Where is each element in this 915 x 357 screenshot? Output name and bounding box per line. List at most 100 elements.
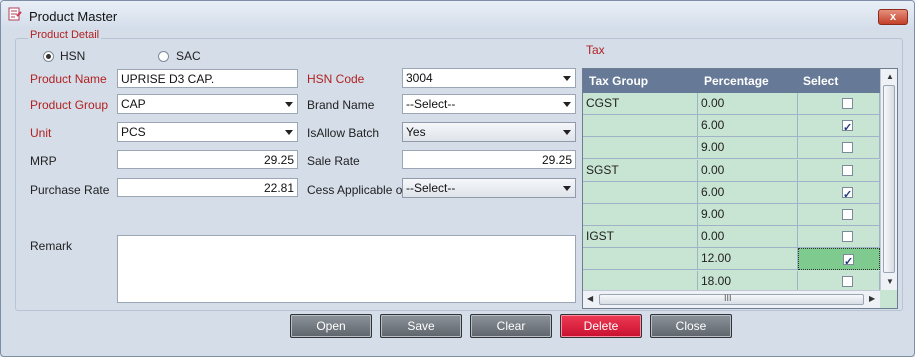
table-row[interactable]: 6.00: [583, 182, 880, 206]
table-row[interactable]: 12.00: [583, 248, 880, 273]
percentage-cell[interactable]: 0.00: [698, 93, 798, 115]
column-header-select[interactable]: Select: [803, 69, 838, 93]
select-checkbox[interactable]: [842, 98, 853, 109]
percentage-cell[interactable]: 6.00: [698, 182, 798, 204]
select-checkbox[interactable]: [842, 276, 853, 287]
table-row[interactable]: 9.00: [583, 137, 880, 159]
tax-group-cell[interactable]: [583, 182, 698, 204]
select-checkbox[interactable]: [842, 165, 853, 176]
vertical-scrollbar[interactable]: ▲ ▼: [880, 69, 897, 290]
scroll-left-icon[interactable]: ◀: [587, 294, 593, 303]
scroll-grip: III: [724, 293, 732, 303]
tax-group-cell[interactable]: [583, 248, 698, 270]
sale-rate-field[interactable]: 29.25: [402, 150, 576, 169]
horizontal-scroll-thumb[interactable]: III: [599, 293, 864, 305]
cess-applicable-select[interactable]: --Select--: [402, 178, 576, 198]
save-button[interactable]: Save: [380, 314, 462, 338]
percentage-cell[interactable]: 0.00: [698, 226, 798, 248]
clear-button[interactable]: Clear: [470, 314, 552, 338]
sac-radio[interactable]: [158, 51, 169, 62]
select-checkbox[interactable]: [842, 142, 853, 153]
title-bar: Product Master x: [1, 1, 914, 29]
table-row[interactable]: IGST 0.00: [583, 226, 880, 248]
select-checkbox[interactable]: [842, 209, 853, 220]
percentage-cell[interactable]: 9.00: [698, 137, 798, 159]
brand-name-select[interactable]: --Select--: [402, 94, 576, 114]
window-title: Product Master: [29, 9, 118, 24]
column-header-percentage[interactable]: Percentage: [704, 69, 769, 93]
product-group-label: Product Group: [30, 98, 109, 112]
hsn-code-select[interactable]: 3004: [402, 68, 576, 88]
select-cell[interactable]: [798, 182, 880, 206]
cess-applicable-label: Cess Applicable on: [307, 183, 410, 197]
is-allow-batch-value: Yes: [406, 125, 426, 139]
close-button[interactable]: Close: [650, 314, 732, 338]
select-cell[interactable]: [798, 115, 880, 139]
unit-label: Unit: [30, 126, 52, 140]
chevron-down-icon: [285, 130, 293, 135]
product-name-field[interactable]: UPRISE D3 CAP.: [117, 69, 298, 88]
tax-group-cell[interactable]: CGST: [583, 93, 698, 115]
hsn-radio-label: HSN: [60, 49, 86, 63]
product-master-icon: [8, 7, 22, 21]
sale-rate-label: Sale Rate: [307, 154, 360, 168]
tax-grid: Tax Group Percentage Select CGST 0.00 6.00…: [582, 68, 898, 309]
hsn-radio[interactable]: [43, 51, 54, 62]
select-checkbox[interactable]: [843, 252, 854, 273]
chevron-down-icon: [563, 102, 571, 107]
select-cell[interactable]: [798, 93, 880, 115]
product-group-select[interactable]: CAP: [117, 94, 298, 114]
percentage-cell[interactable]: 12.00: [698, 248, 798, 270]
select-checkbox[interactable]: [842, 185, 853, 206]
scroll-down-icon[interactable]: ▼: [886, 277, 894, 286]
remark-textarea[interactable]: [117, 235, 576, 303]
brand-name-value: --Select--: [406, 97, 456, 111]
product-master-window: Product Master x Product Detail HSN SAC …: [0, 0, 915, 357]
mrp-field[interactable]: 29.25: [117, 150, 298, 169]
purchase-rate-field[interactable]: 22.81: [117, 178, 298, 197]
chevron-down-icon: [563, 186, 571, 191]
table-row[interactable]: CGST 0.00: [583, 93, 880, 115]
select-cell[interactable]: [798, 137, 880, 159]
column-header-tax-group[interactable]: Tax Group: [589, 69, 648, 93]
select-cell[interactable]: [798, 204, 880, 226]
tax-group-cell[interactable]: [583, 137, 698, 159]
percentage-cell[interactable]: 6.00: [698, 115, 798, 137]
tax-grid-header: Tax Group Percentage Select: [583, 69, 880, 93]
tax-group-cell[interactable]: [583, 115, 698, 137]
scroll-right-icon[interactable]: ▶: [869, 294, 875, 303]
brand-name-label: Brand Name: [307, 98, 375, 112]
tax-group-cell[interactable]: SGST: [583, 160, 698, 182]
table-row[interactable]: 9.00: [583, 204, 880, 226]
percentage-cell[interactable]: 0.00: [698, 160, 798, 182]
mrp-label: MRP: [30, 154, 57, 168]
chevron-down-icon: [563, 76, 571, 81]
chevron-down-icon: [285, 102, 293, 107]
product-name-label: Product Name: [30, 72, 107, 86]
table-row[interactable]: 6.00: [583, 115, 880, 139]
chevron-down-icon: [563, 130, 571, 135]
scroll-up-icon[interactable]: ▲: [886, 72, 894, 81]
table-row[interactable]: SGST 0.00: [583, 160, 880, 182]
horizontal-scrollbar[interactable]: ◀ III ▶: [583, 290, 880, 308]
vertical-scroll-thumb[interactable]: [883, 85, 895, 273]
tax-group-cell[interactable]: IGST: [583, 226, 698, 248]
percentage-cell[interactable]: 9.00: [698, 204, 798, 226]
sac-radio-label: SAC: [176, 49, 201, 63]
select-checkbox[interactable]: [842, 231, 853, 242]
select-cell[interactable]: [798, 226, 880, 248]
select-cell[interactable]: [798, 248, 880, 273]
open-button[interactable]: Open: [290, 314, 372, 338]
is-allow-batch-select[interactable]: Yes: [402, 122, 576, 142]
cess-applicable-value: --Select--: [406, 181, 456, 195]
purchase-rate-label: Purchase Rate: [30, 183, 110, 197]
product-detail-legend: Product Detail: [28, 29, 102, 41]
remark-label: Remark: [30, 239, 73, 253]
window-close-button[interactable]: x: [878, 9, 908, 25]
unit-select[interactable]: PCS: [117, 122, 298, 142]
delete-button[interactable]: Delete: [560, 314, 642, 338]
tax-label: Tax: [586, 43, 605, 57]
select-cell[interactable]: [798, 160, 880, 182]
tax-group-cell[interactable]: [583, 204, 698, 226]
select-checkbox[interactable]: [842, 118, 853, 139]
